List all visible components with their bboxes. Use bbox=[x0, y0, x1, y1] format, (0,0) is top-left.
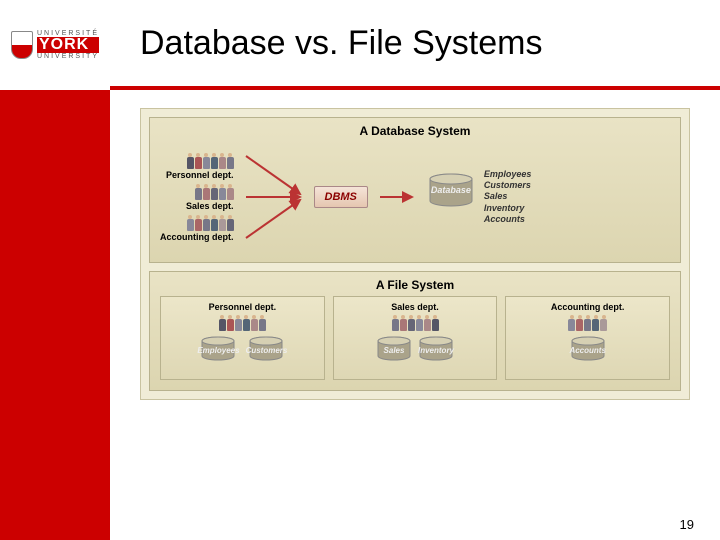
db-store-and-tables: Database Employees Customers Sales Inven… bbox=[428, 169, 532, 225]
db-table-inventory: Inventory bbox=[484, 203, 532, 214]
file-cyl-customers: Customers bbox=[246, 336, 288, 373]
arrows-to-dbms-icon bbox=[244, 142, 304, 252]
db-table-sales: Sales bbox=[484, 191, 532, 202]
db-table-list: Employees Customers Sales Inventory Acco… bbox=[484, 169, 532, 225]
db-dept-accounting: Accounting dept. bbox=[160, 215, 234, 242]
db-dept-sales: Sales dept. bbox=[160, 184, 234, 211]
db-dept-personnel: Personnel dept. bbox=[160, 153, 234, 180]
file-cyl-accounts: Accounts bbox=[569, 336, 605, 373]
database-cylinder: Database bbox=[428, 173, 474, 221]
db-table-accounts: Accounts bbox=[484, 214, 532, 225]
db-dept-sales-label: Sales dept. bbox=[186, 201, 234, 211]
panel-database-system: A Database System Pe bbox=[149, 117, 681, 263]
title-cell: Database vs. File Systems bbox=[110, 0, 720, 90]
logo-york: YORK bbox=[37, 37, 99, 53]
logo-university: UNIVERSITY bbox=[37, 53, 99, 60]
logo-cell: UNIVERSITÉ YORK UNIVERSITY bbox=[0, 0, 110, 90]
crest-icon bbox=[11, 31, 33, 59]
file-dept-accounting-label: Accounting dept. bbox=[551, 302, 625, 312]
db-dept-accounting-label: Accounting dept. bbox=[160, 232, 234, 242]
file-cyl-inventory: Inventory bbox=[418, 336, 454, 373]
db-table-customers: Customers bbox=[484, 180, 532, 191]
file-dept-personnel-label: Personnel dept. bbox=[209, 302, 277, 312]
logo-text: UNIVERSITÉ YORK UNIVERSITY bbox=[37, 30, 99, 60]
file-dept-sales-label: Sales dept. bbox=[391, 302, 439, 312]
file-dept-personnel: Personnel dept. Employe bbox=[160, 296, 325, 380]
file-cyl-sales: Sales bbox=[376, 336, 412, 373]
slide: UNIVERSITÉ YORK UNIVERSITY Database vs. … bbox=[0, 0, 720, 540]
page-number: 19 bbox=[680, 517, 694, 532]
file-cyl-employees: Employees bbox=[197, 336, 239, 373]
york-logo: UNIVERSITÉ YORK UNIVERSITY bbox=[11, 30, 99, 60]
db-panel-title: A Database System bbox=[160, 124, 670, 138]
diagram: A Database System Pe bbox=[140, 108, 690, 400]
slide-title: Database vs. File Systems bbox=[140, 24, 542, 63]
content-area: A Database System Pe bbox=[110, 90, 720, 540]
dbms-box: DBMS bbox=[314, 186, 368, 208]
db-dept-stack: Personnel dept. Sales dept. bbox=[160, 153, 234, 242]
db-dept-personnel-label: Personnel dept. bbox=[166, 170, 234, 180]
file-dept-accounting: Accounting dept. Accounts bbox=[505, 296, 670, 380]
db-table-employees: Employees bbox=[484, 169, 532, 180]
file-panel-title: A File System bbox=[160, 278, 670, 292]
red-sidebar bbox=[0, 90, 110, 540]
arrow-to-db-icon bbox=[378, 187, 418, 207]
panel-file-system: A File System Personnel dept. bbox=[149, 271, 681, 391]
file-dept-sales: Sales dept. Sales bbox=[333, 296, 498, 380]
